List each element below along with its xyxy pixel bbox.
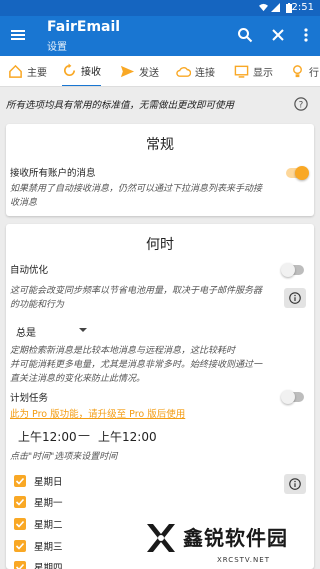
tab-label: 连接 <box>195 68 215 79</box>
poll-note: 定期检索新消息是比较本地消息与远程消息，这比较耗时 并可能消耗更多电量，尤其是消… <box>10 344 262 386</box>
day-label: 星期二 <box>34 520 63 531</box>
day-label: 星期一 <box>34 498 63 509</box>
search-icon[interactable] <box>237 27 253 43</box>
intro-text: 所有选项均具有常用的标准值，无需做出更改即可使用 <box>6 100 235 111</box>
general-card: 常规 接收所有账户的消息 如果禁用了自动接收消息，仍然可以通过下拉消息列表来手动… <box>6 124 314 216</box>
tab-label: 发送 <box>139 68 159 79</box>
help-icon[interactable]: ? <box>294 97 308 111</box>
svg-text:?: ? <box>299 101 304 111</box>
checkbox-checked[interactable] <box>14 475 26 487</box>
schedule-info-button[interactable] <box>284 474 306 494</box>
day-label: 星期四 <box>34 563 63 569</box>
note-line: 直关注消息的变化来防止此情况。 <box>10 374 146 384</box>
enabled-note: 如果禁用了自动接收消息，仍然可以通过下拉消息列表来手动接 收消息 <box>10 182 262 210</box>
more-icon[interactable] <box>298 27 314 43</box>
close-icon[interactable] <box>270 27 286 43</box>
watermark-text: 鑫锐软件园 <box>183 526 288 550</box>
menu-icon[interactable] <box>10 27 26 43</box>
schedule-label: 计划任务 <box>10 393 49 404</box>
start-time-field[interactable]: 上午12:00 <box>18 428 77 445</box>
signal-icon <box>271 3 280 12</box>
tab-behavior[interactable]: 行 <box>290 56 319 86</box>
checkbox-checked[interactable] <box>14 496 26 508</box>
check-icon <box>15 563 25 569</box>
enabled-label: 接收所有账户的消息 <box>10 168 96 179</box>
note-line: 并可能消耗更多电量，尤其是消息非常多时。始终接收则通过一 <box>10 360 263 370</box>
tab-label: 行 <box>309 68 319 79</box>
optimize-label: 自动优化 <box>10 265 49 276</box>
optimize-switch[interactable] <box>281 263 304 277</box>
app-bar: FairEmail 设置 <box>0 16 320 56</box>
info-icon <box>289 292 301 304</box>
time-separator: — <box>78 428 90 442</box>
sync-icon <box>64 63 76 76</box>
poll-dropdown[interactable]: 总是 <box>16 324 96 339</box>
checkbox-checked[interactable] <box>14 561 26 569</box>
status-time: 2:51 <box>291 2 314 13</box>
note-line: 定期检索新消息是比较本地消息与远程消息，这比较耗时 <box>10 346 236 356</box>
day-tuesday[interactable]: 星期二 <box>14 517 63 531</box>
watermark: 鑫锐软件园 XRCSTV.NET <box>143 520 313 566</box>
switch-knob <box>281 390 295 404</box>
switch-knob <box>281 263 295 277</box>
wifi-icon <box>259 3 268 12</box>
watermark-url: XRCSTV.NET <box>217 556 270 564</box>
when-card: 何时 自动优化 这可能会改变同步频率以节省电池用量，取决于电子邮件服务器 的功能… <box>6 224 314 569</box>
watermark-logo-icon <box>147 524 175 552</box>
tab-display[interactable]: 显示 <box>234 56 273 86</box>
note-line: 这可能会改变同步频率以节省电池用量，取决于电子邮件服务器 <box>10 286 263 296</box>
tab-send[interactable]: 发送 <box>120 56 159 86</box>
optimize-info-button[interactable] <box>284 288 306 308</box>
enabled-switch[interactable] <box>286 166 309 180</box>
tab-receive[interactable]: 接收 <box>62 56 101 86</box>
end-time-field[interactable]: 上午12:00 <box>98 428 157 445</box>
day-thursday[interactable]: 星期四 <box>14 560 63 569</box>
cloud-icon <box>176 67 191 77</box>
section-title: 何时 <box>146 237 174 253</box>
day-wednesday[interactable]: 星期三 <box>14 539 63 553</box>
app-title: FairEmail <box>47 19 121 35</box>
time-hint: 点击"时间"选项来设置时间 <box>10 452 118 462</box>
tab-label: 接收 <box>81 67 101 78</box>
send-icon <box>120 65 135 78</box>
tab-bar: 主要 接收 发送 连接 显示 行 <box>0 56 320 87</box>
section-title: 常规 <box>146 137 174 153</box>
schedule-switch[interactable] <box>281 390 304 404</box>
pro-link[interactable]: 此为 Pro 版功能，请升级至 Pro 版后使用 <box>10 406 185 420</box>
home-icon <box>9 64 22 78</box>
info-icon <box>289 478 301 490</box>
day-monday[interactable]: 星期一 <box>14 495 63 509</box>
check-icon <box>15 477 25 485</box>
day-sunday[interactable]: 星期日 <box>14 474 63 488</box>
status-bar: 2:51 <box>0 0 320 16</box>
switch-knob <box>295 166 309 180</box>
check-icon <box>15 520 25 528</box>
day-label: 星期日 <box>34 477 63 488</box>
note-line: 收消息 <box>10 198 38 208</box>
day-label: 星期三 <box>34 542 63 553</box>
app-subtitle: 设置 <box>47 42 67 53</box>
checkbox-checked[interactable] <box>14 518 26 530</box>
note-line: 如果禁用了自动接收消息，仍然可以通过下拉消息列表来手动接 <box>10 184 263 194</box>
check-icon <box>15 498 25 506</box>
checkbox-checked[interactable] <box>14 540 26 552</box>
check-icon <box>15 542 25 550</box>
tab-connection[interactable]: 连接 <box>176 56 215 86</box>
monitor-icon <box>234 65 249 78</box>
optimize-note: 这可能会改变同步频率以节省电池用量，取决于电子邮件服务器 的功能和行为 <box>10 284 262 312</box>
tab-label: 显示 <box>253 68 273 79</box>
tab-main[interactable]: 主要 <box>8 56 47 86</box>
poll-value: 总是 <box>16 328 36 339</box>
tab-label: 主要 <box>27 68 47 79</box>
note-line: 的功能和行为 <box>10 300 65 310</box>
chevron-down-icon <box>79 328 87 332</box>
bulb-icon <box>293 65 302 78</box>
